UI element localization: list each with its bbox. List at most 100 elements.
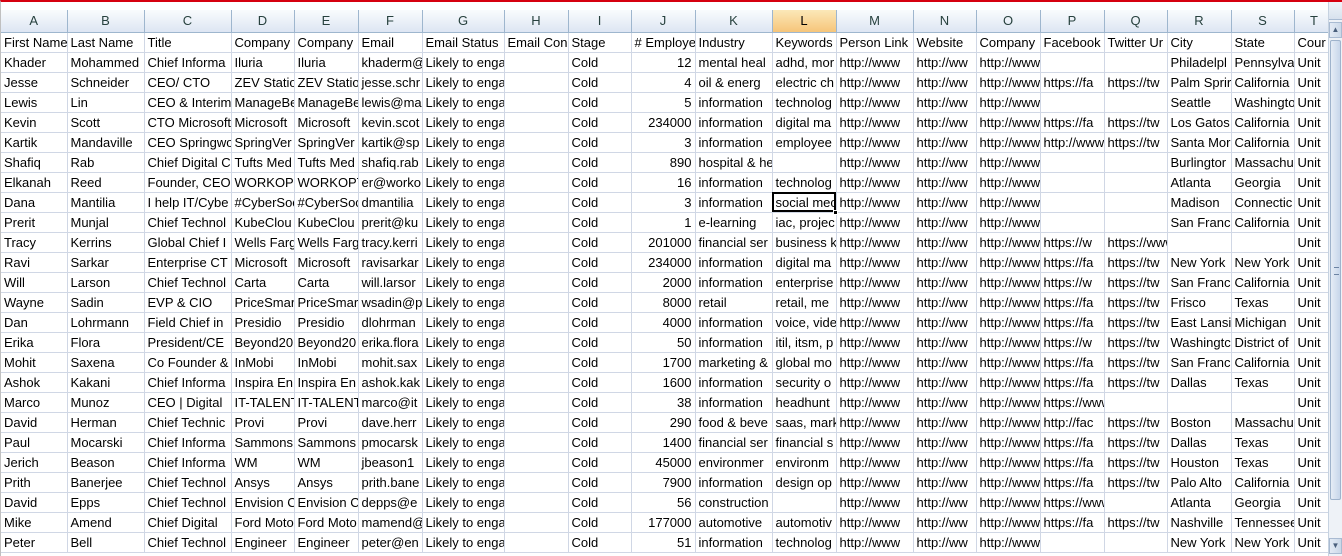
cell-h17[interactable] [504,352,569,373]
cell-b13[interactable]: Larson [67,272,145,293]
cell-a24[interactable]: David [1,492,68,513]
cell-g6[interactable]: Likely to engage [422,132,505,153]
cell-j25[interactable]: 177000 [631,512,696,533]
cell-d9[interactable]: #CyberSoc [231,192,295,213]
cell-b2[interactable]: Mohammed [67,52,145,73]
cell-r13[interactable]: San Franci [1167,272,1232,293]
cell-f17[interactable]: mohit.sax [358,352,423,373]
cell-h14[interactable] [504,292,569,313]
cell-o15[interactable]: http://www [976,312,1041,333]
cell-k13[interactable]: information [695,272,773,293]
cell-g8[interactable]: Likely to engage [422,172,505,193]
cell-h1[interactable]: Email Con [504,32,569,53]
cell-d26[interactable]: Engineer [231,532,295,553]
cell-i11[interactable]: Cold [568,232,632,253]
cell-l26[interactable]: technolog [772,532,837,553]
cell-g3[interactable]: Likely to engage [422,72,505,93]
cell-e7[interactable]: Tufts Med [294,152,359,173]
cell-f26[interactable]: peter@en [358,532,423,553]
cell-i8[interactable]: Cold [568,172,632,193]
cell-j8[interactable]: 16 [631,172,696,193]
cell-g25[interactable]: Likely to engage [422,512,505,533]
cell-s6[interactable]: California [1231,132,1295,153]
column-header-n[interactable]: N [913,10,977,33]
cell-f12[interactable]: ravisarkar [358,252,423,273]
cell-a26[interactable]: Peter [1,532,68,553]
cell-s15[interactable]: Michigan [1231,312,1295,333]
cell-g5[interactable]: Likely to engage [422,112,505,133]
cell-j3[interactable]: 4 [631,72,696,93]
column-header-b[interactable]: B [67,10,145,33]
cell-q4[interactable] [1104,92,1168,113]
cell-q7[interactable] [1104,152,1168,173]
cell-q16[interactable]: https://tw [1104,332,1168,353]
cell-n6[interactable]: http://ww [913,132,977,153]
cell-o5[interactable]: http://www [976,112,1041,133]
cell-p1[interactable]: Facebook [1040,32,1105,53]
cell-a10[interactable]: Prerit [1,212,68,233]
cell-b23[interactable]: Banerjee [67,472,145,493]
cell-h4[interactable] [504,92,569,113]
cell-j22[interactable]: 45000 [631,452,696,473]
cell-f10[interactable]: prerit@ku [358,212,423,233]
cell-k20[interactable]: food & beve [695,412,773,433]
cell-g19[interactable]: Likely to engage [422,392,505,413]
cell-h9[interactable] [504,192,569,213]
cell-b21[interactable]: Mocarski [67,432,145,453]
cell-r1[interactable]: City [1167,32,1232,53]
cell-o7[interactable]: http://www.linkedin.com/com [976,152,1041,173]
cell-j21[interactable]: 1400 [631,432,696,453]
cell-l9[interactable]: social mec [772,192,837,213]
cell-h12[interactable] [504,252,569,273]
cell-c11[interactable]: Global Chief I [144,232,232,253]
scrollbar-thumb[interactable] [1330,40,1341,500]
cell-h18[interactable] [504,372,569,393]
cell-q15[interactable]: https://tw [1104,312,1168,333]
cell-h26[interactable] [504,532,569,553]
cell-s3[interactable]: California [1231,72,1295,93]
column-header-f[interactable]: F [358,10,423,33]
cell-m5[interactable]: http://www [836,112,914,133]
cell-s4[interactable]: Washingto [1231,92,1295,113]
cell-e14[interactable]: PriceSmar [294,292,359,313]
cell-l14[interactable]: retail, me [772,292,837,313]
cell-i12[interactable]: Cold [568,252,632,273]
cell-e24[interactable]: Envision C [294,492,359,513]
column-header-p[interactable]: P [1040,10,1105,33]
cell-s7[interactable]: Massachu [1231,152,1295,173]
cell-q10[interactable] [1104,212,1168,233]
cell-o20[interactable]: http://www [976,412,1041,433]
cell-k12[interactable]: information [695,252,773,273]
cell-o4[interactable]: http://www.linkedin.com/com [976,92,1041,113]
cell-l13[interactable]: enterprise [772,272,837,293]
cell-n24[interactable]: http://ww [913,492,977,513]
column-header-m[interactable]: M [836,10,914,33]
cell-f5[interactable]: kevin.scot [358,112,423,133]
cell-h11[interactable] [504,232,569,253]
cell-j13[interactable]: 2000 [631,272,696,293]
cell-c24[interactable]: Chief Technol [144,492,232,513]
cell-j19[interactable]: 38 [631,392,696,413]
cell-k19[interactable]: information [695,392,773,413]
cell-n22[interactable]: http://ww [913,452,977,473]
cell-p26[interactable] [1040,532,1105,553]
cell-n9[interactable]: http://ww [913,192,977,213]
cell-q20[interactable]: https://tw [1104,412,1168,433]
cell-j10[interactable]: 1 [631,212,696,233]
cell-p16[interactable]: https://w [1040,332,1105,353]
cell-a21[interactable]: Paul [1,432,68,453]
cell-c15[interactable]: Field Chief in [144,312,232,333]
cell-s1[interactable]: State [1231,32,1295,53]
cell-p13[interactable]: https://w [1040,272,1105,293]
cell-a15[interactable]: Dan [1,312,68,333]
cell-f16[interactable]: erika.flora [358,332,423,353]
cell-a1[interactable]: First Name [1,32,68,53]
cell-g20[interactable]: Likely to engage [422,412,505,433]
cell-j16[interactable]: 50 [631,332,696,353]
cell-p23[interactable]: https://fa [1040,472,1105,493]
cell-i19[interactable]: Cold [568,392,632,413]
cell-e12[interactable]: Microsoft [294,252,359,273]
cell-s23[interactable]: California [1231,472,1295,493]
cell-s14[interactable]: Texas [1231,292,1295,313]
cell-d5[interactable]: Microsoft [231,112,295,133]
